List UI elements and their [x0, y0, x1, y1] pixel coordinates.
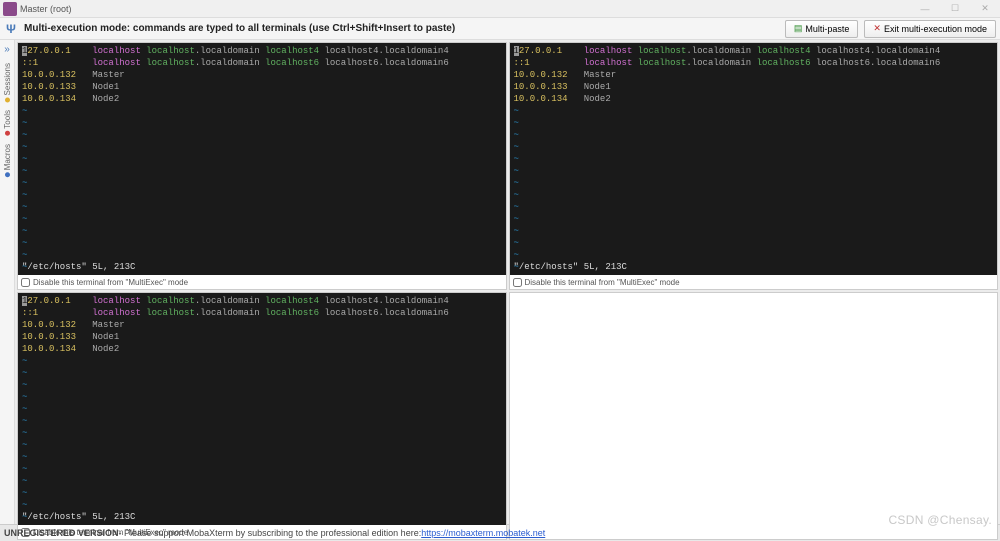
- maximize-button[interactable]: ☐: [940, 0, 970, 18]
- terminal-pane: 127.0.0.1 localhost localhost.localdomai…: [509, 42, 999, 290]
- terminal-footer: Disable this terminal from "MultiExec" m…: [510, 275, 998, 289]
- sidebar-item-tools[interactable]: Tools: [3, 110, 12, 136]
- terminal-footer: Disable this terminal from "MultiExec" m…: [18, 275, 506, 289]
- paste-icon: ▤: [794, 23, 803, 34]
- sidebar: » Sessions Tools Macros: [0, 40, 15, 524]
- window-title: Master (root): [20, 4, 910, 14]
- terminal-output[interactable]: 127.0.0.1 localhost localhost.localdomai…: [18, 293, 506, 525]
- close-button[interactable]: ✕: [970, 0, 1000, 18]
- support-msg: - Please support MobaXterm by subscribin…: [119, 528, 422, 538]
- terminal-grid: 127.0.0.1 localhost localhost.localdomai…: [15, 40, 1000, 524]
- window-titlebar: Master (root) — ☐ ✕: [0, 0, 1000, 18]
- multiexec-toolbar: Ψ Multi-execution mode: commands are typ…: [0, 18, 1000, 40]
- sidebar-toggle-icon[interactable]: »: [4, 44, 10, 55]
- disable-terminal-checkbox[interactable]: [21, 278, 30, 287]
- unregistered-label: UNREGISTERED VERSION: [4, 528, 119, 538]
- terminal-output[interactable]: 127.0.0.1 localhost localhost.localdomai…: [510, 43, 998, 275]
- exit-icon: ✕: [873, 23, 881, 34]
- support-link[interactable]: https://mobaxterm.mobatek.net: [421, 528, 545, 538]
- empty-pane: [509, 292, 999, 540]
- disable-terminal-label: Disable this terminal from "MultiExec" m…: [525, 278, 680, 287]
- main-area: » Sessions Tools Macros 127.0.0.1 localh…: [0, 40, 1000, 524]
- exit-multiexec-button[interactable]: ✕ Exit multi-execution mode: [864, 20, 996, 38]
- terminal-output[interactable]: 127.0.0.1 localhost localhost.localdomai…: [18, 43, 506, 275]
- terminal-pane: 127.0.0.1 localhost localhost.localdomai…: [17, 42, 507, 290]
- multipaste-button[interactable]: ▤ Multi-paste: [785, 20, 859, 38]
- multiexec-icon: Ψ: [4, 22, 18, 36]
- exit-multiexec-label: Exit multi-execution mode: [884, 24, 987, 34]
- app-icon: [3, 2, 17, 16]
- disable-terminal-label: Disable this terminal from "MultiExec" m…: [33, 278, 188, 287]
- sidebar-item-sessions[interactable]: Sessions: [3, 63, 12, 102]
- terminal-pane: 127.0.0.1 localhost localhost.localdomai…: [17, 292, 507, 540]
- multipaste-label: Multi-paste: [805, 24, 849, 34]
- window-controls: — ☐ ✕: [910, 0, 1000, 18]
- disable-terminal-checkbox[interactable]: [513, 278, 522, 287]
- minimize-button[interactable]: —: [910, 0, 940, 18]
- multiexec-mode-text: Multi-execution mode: commands are typed…: [24, 23, 779, 34]
- sidebar-item-macros[interactable]: Macros: [3, 144, 12, 177]
